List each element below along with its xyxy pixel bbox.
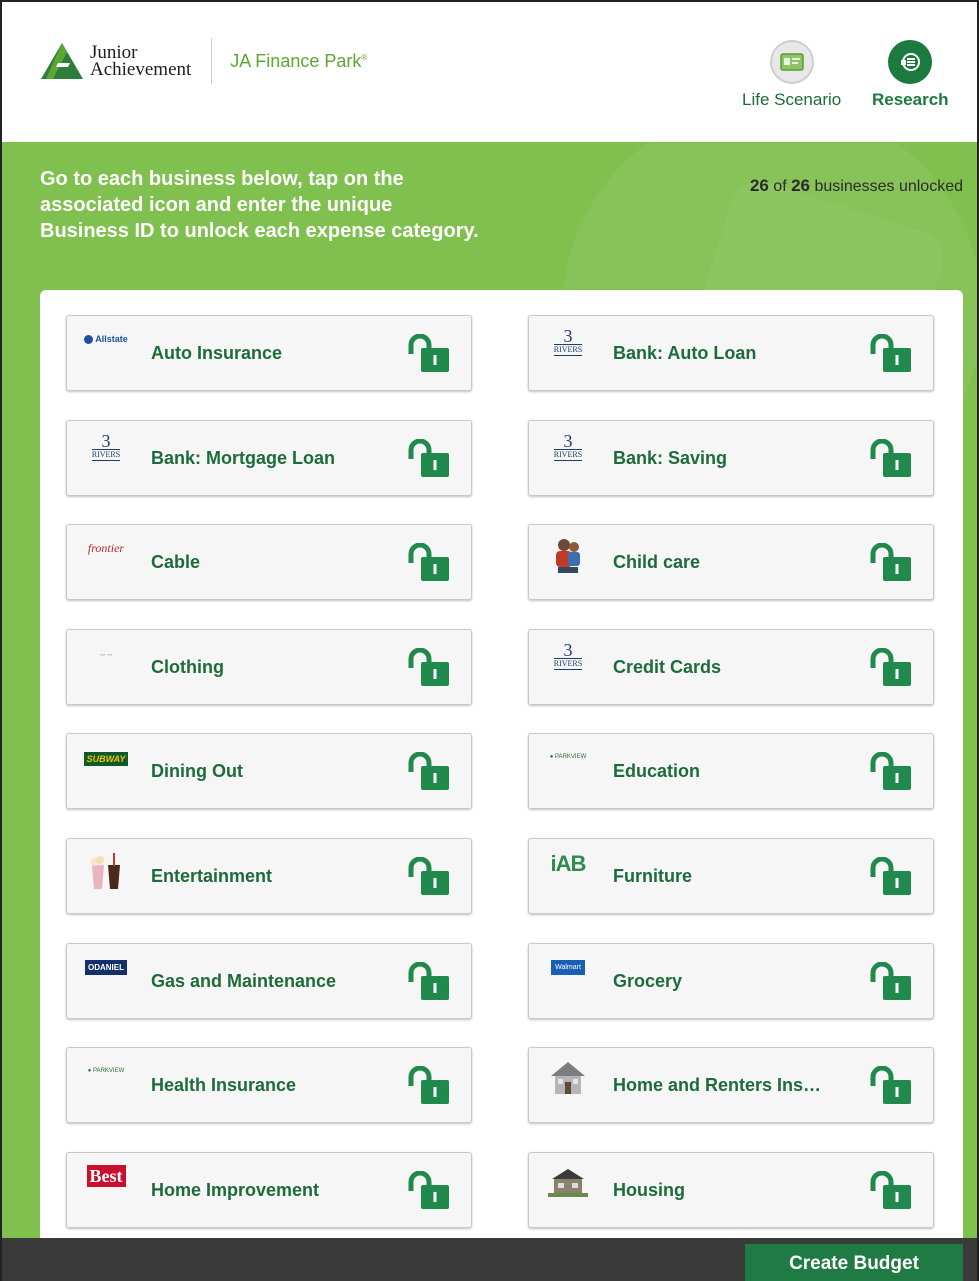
category-tile[interactable]: 3 RIVERS Bank: Auto Loan: [528, 315, 934, 391]
category-tile[interactable]: ~ ~ Clothing: [66, 629, 472, 705]
category-tile[interactable]: Best Home Improvement: [66, 1152, 472, 1228]
category-tile[interactable]: Entertainment: [66, 838, 472, 914]
do-it-best-logo: Best: [83, 1165, 129, 1201]
unlocked-padlock-icon: [408, 752, 449, 790]
category-tile[interactable]: frontier Cable: [66, 524, 472, 600]
category-label: Bank: Mortgage Loan: [151, 448, 336, 468]
unlocked-padlock-icon: [408, 648, 449, 686]
ja-logo-mark-icon: [41, 43, 83, 79]
footer-bar: Create Budget: [2, 1238, 977, 1281]
category-label: Furniture: [613, 866, 692, 886]
category-label: Dining Out: [151, 761, 243, 781]
iab-logo: iAB: [550, 851, 587, 876]
category-tile[interactable]: ODANIEL Gas and Maintenance: [66, 943, 472, 1019]
unlocked-padlock-icon: [870, 543, 911, 581]
category-label: Gas and Maintenance: [151, 971, 337, 991]
category-tile[interactable]: 3 RIVERS Bank: Saving: [528, 420, 934, 496]
category-label: Child care: [613, 552, 701, 572]
category-label: Education: [613, 761, 701, 781]
research-label: Research: [872, 90, 949, 109]
unlocked-padlock-icon: [408, 962, 449, 1000]
category-tile[interactable]: 3 RIVERS Credit Cards: [528, 629, 934, 705]
3-rivers-logo: 3 RIVERS: [553, 326, 583, 356]
category-tile[interactable]: Walmart Grocery: [528, 943, 934, 1019]
product-name: JA Finance Park: [230, 50, 362, 71]
category-tile[interactable]: 3 RIVERS Bank: Mortgage Loan: [66, 420, 472, 496]
child-care-photo: [545, 537, 591, 573]
content-area: Go to each business below, tap on the as…: [2, 142, 977, 1242]
unlocked-padlock-icon: [870, 439, 911, 477]
category-label: Bank: Auto Loan: [613, 343, 757, 363]
odaniel-logo: ODANIEL: [83, 956, 129, 992]
frontier-logo: frontier: [87, 541, 125, 555]
subway-logo: SUBWAY: [83, 746, 129, 782]
parkview-logo: ● PARKVIEW: [549, 754, 587, 760]
unlocked-padlock-icon: [870, 752, 911, 790]
unlocked-padlock-icon: [408, 334, 449, 372]
parkview-logo: ● PARKVIEW: [87, 1068, 125, 1074]
category-label: Bank: Saving: [613, 448, 728, 468]
ja-logo: Junior Achievement JA Finance Park®: [40, 38, 367, 84]
research-button[interactable]: Research: [872, 40, 949, 110]
category-label: Cable: [151, 552, 201, 572]
category-label: Grocery: [613, 971, 683, 991]
unlock-progress: 26 of 26 businesses unlocked: [749, 176, 963, 195]
id-card-icon: [779, 53, 804, 71]
category-label: Housing: [613, 1180, 685, 1200]
clothing-logo: ~ ~: [100, 650, 112, 660]
3-rivers-logo: 3 RIVERS: [553, 431, 583, 461]
category-tile[interactable]: Housing: [528, 1152, 934, 1228]
unlocked-padlock-icon: [408, 1066, 449, 1104]
popcorn-drink-icon: [83, 851, 129, 889]
category-label: Entertainment: [151, 866, 273, 886]
allstate-logo: Allstate: [83, 328, 129, 364]
unlocked-padlock-icon: [870, 334, 911, 372]
category-label: Auto Insurance: [151, 343, 283, 363]
category-tile[interactable]: ● PARKVIEW Health Insurance: [66, 1047, 472, 1123]
house-icon: [545, 1060, 591, 1096]
unlocked-padlock-icon: [408, 857, 449, 895]
category-tile[interactable]: Allstate Auto Insurance: [66, 315, 472, 391]
category-tile[interactable]: SUBWAY Dining Out: [66, 733, 472, 809]
logo-divider: [211, 38, 213, 84]
3-rivers-logo: 3 RIVERS: [553, 640, 583, 670]
house-photo: [545, 1165, 591, 1201]
unlocked-count: 26: [749, 176, 769, 195]
category-tile[interactable]: ● PARKVIEW Education: [528, 733, 934, 809]
unlocked-padlock-icon: [870, 1171, 911, 1209]
category-label: Home and Renters Insur...: [613, 1075, 825, 1095]
category-label: Credit Cards: [613, 657, 722, 677]
category-label: Clothing: [151, 657, 224, 677]
research-globe-icon: [901, 53, 921, 71]
unlocked-padlock-icon: [870, 648, 911, 686]
unlocked-padlock-icon: [870, 857, 911, 895]
create-budget-button[interactable]: Create Budget: [745, 1244, 963, 1281]
brand-line2: Achievement: [90, 59, 192, 80]
unlocked-padlock-icon: [408, 439, 449, 477]
walmart-logo: Walmart: [545, 956, 591, 992]
unlocked-total: 26: [791, 176, 811, 195]
app-frame: Junior Achievement JA Finance Park® Life…: [0, 0, 979, 1281]
header: Junior Achievement JA Finance Park® Life…: [2, 2, 977, 142]
unlocked-padlock-icon: [870, 1066, 911, 1104]
category-panel: Allstate Auto Insurance 3 RIVERS Bank: Auto …: [40, 290, 963, 1242]
category-label: Home Improvement: [151, 1180, 320, 1200]
unlocked-padlock-icon: [408, 543, 449, 581]
instructions-text: Go to each business below, tap on the as…: [40, 168, 479, 242]
life-scenario-button[interactable]: Life Scenario: [742, 40, 841, 110]
unlocked-padlock-icon: [870, 962, 911, 1000]
3-rivers-logo: 3 RIVERS: [91, 431, 121, 461]
unlocked-padlock-icon: [408, 1171, 449, 1209]
category-tile[interactable]: Home and Renters Insur...: [528, 1047, 934, 1123]
category-label: Health Insurance: [151, 1075, 297, 1095]
life-scenario-label: Life Scenario: [742, 90, 842, 109]
category-tile[interactable]: Child care: [528, 524, 934, 600]
category-tile[interactable]: iAB Furniture: [528, 838, 934, 914]
